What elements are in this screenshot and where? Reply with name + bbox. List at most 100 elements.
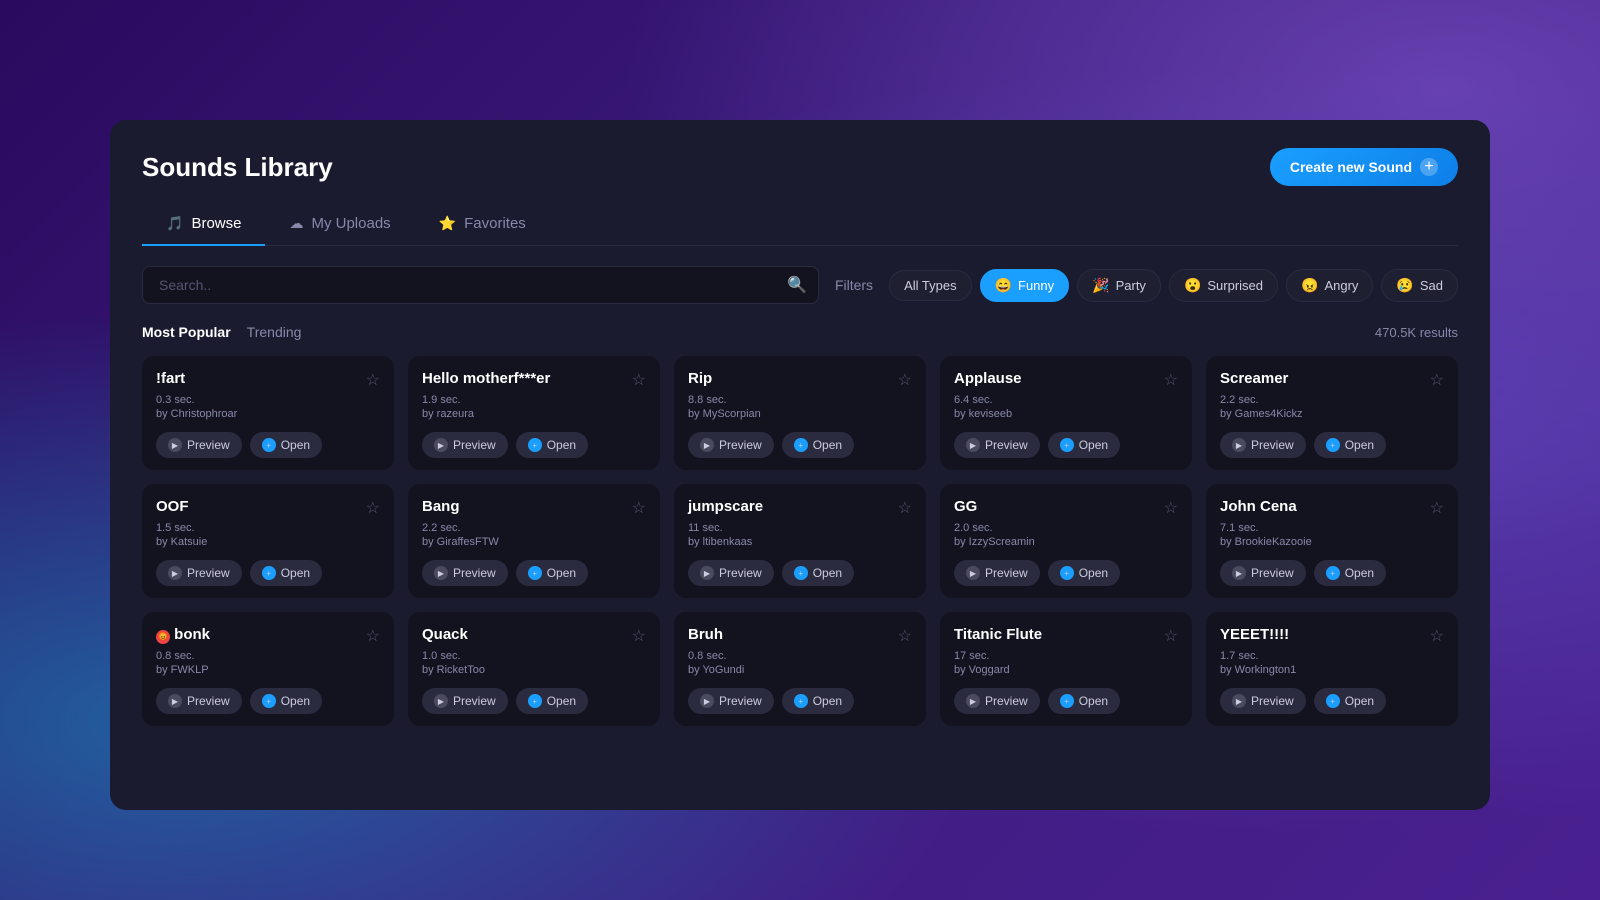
sound-name: Hello motherf***er: [422, 370, 550, 387]
star-button[interactable]: ☆: [898, 626, 912, 646]
chip-all-types[interactable]: All Types: [889, 270, 972, 301]
chip-funny[interactable]: 😄 Funny: [980, 269, 1070, 302]
open-button[interactable]: + Open: [1314, 688, 1386, 714]
sound-duration: 1.0 sec.: [422, 650, 646, 662]
sound-card: GG ☆ 2.0 sec. by IzzyScreamin ▶ Preview …: [940, 484, 1192, 598]
sound-card-header: Bruh ☆: [688, 626, 912, 646]
sound-card-actions: ▶ Preview + Open: [156, 688, 380, 714]
open-button[interactable]: + Open: [1048, 688, 1120, 714]
preview-button[interactable]: ▶ Preview: [156, 688, 242, 714]
open-button[interactable]: + Open: [250, 688, 322, 714]
open-icon: +: [794, 566, 808, 580]
open-button[interactable]: + Open: [516, 432, 588, 458]
open-button[interactable]: + Open: [782, 560, 854, 586]
uploads-icon: ☁: [289, 215, 303, 232]
preview-button[interactable]: ▶ Preview: [954, 688, 1040, 714]
tab-browse[interactable]: 🎵 Browse: [142, 207, 265, 246]
open-button[interactable]: + Open: [782, 688, 854, 714]
open-label: Open: [813, 438, 842, 452]
sound-author: by YoGundi: [688, 664, 912, 676]
preview-label: Preview: [1251, 438, 1294, 452]
sound-card-header: GG ☆: [954, 498, 1178, 518]
sound-card: !fart ☆ 0.3 sec. by Christophroar ▶ Prev…: [142, 356, 394, 470]
chip-party[interactable]: 🎉 Party: [1077, 269, 1161, 302]
sound-duration: 6.4 sec.: [954, 394, 1178, 406]
sort-most-popular[interactable]: Most Popular: [142, 324, 231, 340]
preview-button[interactable]: ▶ Preview: [1220, 432, 1306, 458]
filters-label: Filters: [835, 277, 873, 293]
open-button[interactable]: + Open: [1314, 560, 1386, 586]
sound-name: John Cena: [1220, 498, 1297, 515]
search-button[interactable]: 🔍: [787, 275, 807, 295]
star-button[interactable]: ☆: [366, 370, 380, 390]
star-button[interactable]: ☆: [1430, 370, 1444, 390]
preview-button[interactable]: ▶ Preview: [954, 432, 1040, 458]
open-label: Open: [547, 566, 576, 580]
preview-icon: ▶: [434, 694, 448, 708]
open-button[interactable]: + Open: [1048, 560, 1120, 586]
star-button[interactable]: ☆: [1164, 626, 1178, 646]
preview-button[interactable]: ▶ Preview: [688, 560, 774, 586]
sort-trending[interactable]: Trending: [247, 324, 302, 340]
open-button[interactable]: + Open: [516, 688, 588, 714]
sound-name: Screamer: [1220, 370, 1288, 387]
sort-results-row: Most Popular Trending 470.5K results: [142, 324, 1458, 340]
tab-favorites[interactable]: ⭐ Favorites: [415, 207, 550, 246]
star-button[interactable]: ☆: [898, 370, 912, 390]
open-label: Open: [1079, 438, 1108, 452]
star-button[interactable]: ☆: [1430, 498, 1444, 518]
star-button[interactable]: ☆: [366, 498, 380, 518]
preview-button[interactable]: ▶ Preview: [156, 432, 242, 458]
open-icon: +: [1060, 566, 1074, 580]
open-icon: +: [1060, 438, 1074, 452]
chip-surprised[interactable]: 😮 Surprised: [1169, 269, 1278, 302]
star-button[interactable]: ☆: [1430, 626, 1444, 646]
sound-name: !fart: [156, 370, 185, 387]
preview-label: Preview: [719, 694, 762, 708]
tab-my-uploads[interactable]: ☁ My Uploads: [265, 207, 414, 246]
preview-button[interactable]: ▶ Preview: [954, 560, 1040, 586]
open-button[interactable]: + Open: [250, 560, 322, 586]
open-button[interactable]: + Open: [782, 432, 854, 458]
star-button[interactable]: ☆: [1164, 498, 1178, 518]
open-icon: +: [1326, 566, 1340, 580]
star-button[interactable]: ☆: [632, 498, 646, 518]
sound-card-header: Applause ☆: [954, 370, 1178, 390]
star-button[interactable]: ☆: [898, 498, 912, 518]
preview-button[interactable]: ▶ Preview: [1220, 688, 1306, 714]
open-button[interactable]: + Open: [516, 560, 588, 586]
preview-button[interactable]: ▶ Preview: [422, 688, 508, 714]
create-sound-button[interactable]: Create new Sound +: [1270, 148, 1458, 186]
preview-button[interactable]: ▶ Preview: [1220, 560, 1306, 586]
chip-party-label: Party: [1116, 278, 1146, 293]
preview-button[interactable]: ▶ Preview: [156, 560, 242, 586]
chip-sad[interactable]: 😢 Sad: [1381, 269, 1458, 302]
sound-author: by Voggard: [954, 664, 1178, 676]
star-button[interactable]: ☆: [366, 626, 380, 646]
sound-duration: 0.3 sec.: [156, 394, 380, 406]
sound-card: Quack ☆ 1.0 sec. by RicketToo ▶ Preview …: [408, 612, 660, 726]
preview-button[interactable]: ▶ Preview: [422, 560, 508, 586]
star-button[interactable]: ☆: [632, 370, 646, 390]
preview-icon: ▶: [700, 694, 714, 708]
funny-chip-icon: 😄: [995, 277, 1012, 294]
create-sound-label: Create new Sound: [1290, 159, 1412, 175]
open-button[interactable]: + Open: [1048, 432, 1120, 458]
open-button[interactable]: + Open: [250, 432, 322, 458]
preview-button[interactable]: ▶ Preview: [688, 688, 774, 714]
open-button[interactable]: + Open: [1314, 432, 1386, 458]
chip-angry[interactable]: 😠 Angry: [1286, 269, 1373, 302]
preview-button[interactable]: ▶ Preview: [688, 432, 774, 458]
search-input[interactable]: [142, 266, 819, 304]
sound-card-header: OOF ☆: [156, 498, 380, 518]
preview-label: Preview: [187, 694, 230, 708]
star-button[interactable]: ☆: [632, 626, 646, 646]
chip-funny-label: Funny: [1018, 278, 1054, 293]
preview-button[interactable]: ▶ Preview: [422, 432, 508, 458]
sound-author: by FWKLP: [156, 664, 380, 676]
open-label: Open: [1345, 566, 1374, 580]
preview-label: Preview: [187, 566, 230, 580]
preview-icon: ▶: [700, 566, 714, 580]
open-icon: +: [262, 438, 276, 452]
star-button[interactable]: ☆: [1164, 370, 1178, 390]
